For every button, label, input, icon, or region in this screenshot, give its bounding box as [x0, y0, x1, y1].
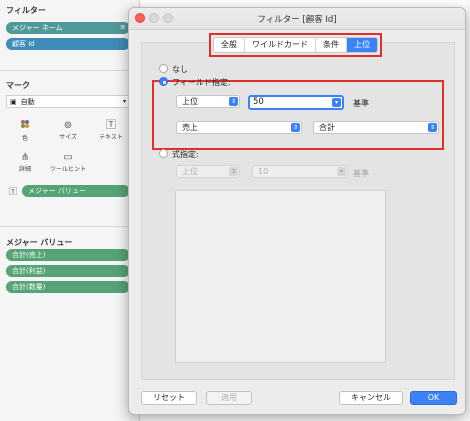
radio-by-field-label: フィールド指定: [172, 78, 231, 87]
tab-bar: 全般 ワイルドカード 条件 上位 [213, 37, 378, 53]
filter-pill-measure-names[interactable]: メジャー ネーム [6, 22, 130, 34]
updown-arrows-icon: ⇕ [291, 123, 300, 132]
top-bottom-value: 上位 [182, 97, 198, 106]
formula-basis-label: 基準 [353, 169, 369, 178]
mark-size-button[interactable]: ⊚ サイズ [48, 116, 88, 144]
tab-wildcard[interactable]: ワイルドカード [245, 38, 316, 52]
formula-editor[interactable] [175, 190, 386, 363]
ok-button[interactable]: OK [410, 391, 457, 405]
mark-tooltip-label: ツールヒント [49, 165, 86, 173]
field-select[interactable]: 売上 ⇕ [176, 121, 302, 134]
detail-icon: ⋔ [20, 151, 30, 163]
chevron-down-icon: ▾ [122, 98, 126, 105]
field-option-highlight [152, 80, 444, 150]
reset-button[interactable]: リセット [141, 391, 197, 405]
tab-top[interactable]: 上位 [347, 38, 377, 52]
tooltip-icon: ▭ [63, 151, 73, 163]
updown-arrows-icon: ⇕ [428, 123, 437, 132]
text-shelf-icon: 🅃 [9, 187, 17, 196]
mark-detail-button[interactable]: ⋔ 詳細 [5, 148, 45, 176]
tab-general[interactable]: 全般 [214, 38, 245, 52]
left-panel: フィルター メジャー ネーム ≡ 顧客 Id マーク ▣ 自動 ▾ 色 ⊚ サイ… [0, 0, 140, 421]
chevron-down-icon: ▾ [337, 167, 346, 176]
mark-color-label: 色 [21, 134, 28, 142]
measure-pill-quantity[interactable]: 合計(数量) [6, 281, 130, 293]
formula-top-bottom-value: 上位 [182, 167, 198, 176]
radio-by-formula-label: 式指定: [172, 150, 199, 159]
measure-pill-profit[interactable]: 合計(利益) [6, 265, 130, 277]
field-select-value: 売上 [182, 123, 198, 132]
radio-by-field[interactable] [159, 77, 168, 86]
mark-tooltip-button[interactable]: ▭ ツールヒント [48, 148, 88, 176]
dialog-title: フィルター [顧客 Id] [257, 15, 337, 25]
mark-size-label: サイズ [59, 133, 77, 141]
mark-type-icon: ▣ [10, 97, 17, 106]
aggregation-select[interactable]: 合計 ⇕ [313, 121, 439, 134]
radio-none-label: なし [172, 65, 188, 74]
tabs-highlight: 全般 ワイルドカード 条件 上位 [209, 33, 382, 57]
updown-arrows-icon: ⇕ [229, 97, 238, 106]
formula-top-bottom-select[interactable]: 上位 ⇕ [176, 165, 240, 178]
mark-text-label: テキスト [99, 133, 123, 141]
apply-button[interactable]: 適用 [206, 391, 252, 405]
formula-count-value: 10 [258, 167, 269, 176]
size-icon: ⊚ [63, 119, 73, 131]
top-count-input[interactable]: 50 ▾ [248, 95, 344, 110]
mark-color-button[interactable]: 色 [5, 116, 45, 144]
basis-label: 基準 [353, 99, 369, 108]
filter-pill-customer-id[interactable]: 顧客 Id [6, 38, 130, 50]
formula-count-input[interactable]: 10 ▾ [252, 165, 348, 178]
chevron-down-icon: ▾ [332, 98, 341, 107]
filter-dialog: フィルター [顧客 Id] 全般 ワイルドカード 条件 上位 なし フィールド指… [128, 7, 466, 415]
measure-pill-sales[interactable]: 合計(売上) [6, 249, 130, 261]
divider [0, 226, 140, 227]
text-icon: 🅃 [106, 119, 116, 131]
filter-list-icon: ≡ [120, 23, 126, 31]
top-count-value: 50 [253, 97, 264, 107]
mark-type-value: 自動 [20, 97, 35, 106]
divider [0, 70, 140, 71]
aggregation-value: 合計 [319, 123, 335, 132]
title-bar: フィルター [顧客 Id] [129, 8, 465, 30]
mark-text-button[interactable]: 🅃 テキスト [91, 116, 131, 144]
mark-detail-label: 詳細 [18, 165, 31, 173]
color-icon [20, 119, 30, 133]
mark-type-select[interactable]: ▣ 自動 ▾ [6, 95, 130, 108]
updown-arrows-icon: ⇕ [229, 167, 238, 176]
measure-value-pill[interactable]: メジャー バリュー [22, 185, 130, 197]
cancel-button[interactable]: キャンセル [339, 391, 403, 405]
tab-condition[interactable]: 条件 [316, 38, 347, 52]
filters-title: フィルター [6, 6, 46, 15]
top-bottom-select[interactable]: 上位 ⇕ [176, 95, 240, 108]
radio-by-formula[interactable] [159, 149, 168, 158]
background-strip [466, 0, 470, 421]
marks-title: マーク [6, 81, 30, 90]
radio-none[interactable] [159, 64, 168, 73]
